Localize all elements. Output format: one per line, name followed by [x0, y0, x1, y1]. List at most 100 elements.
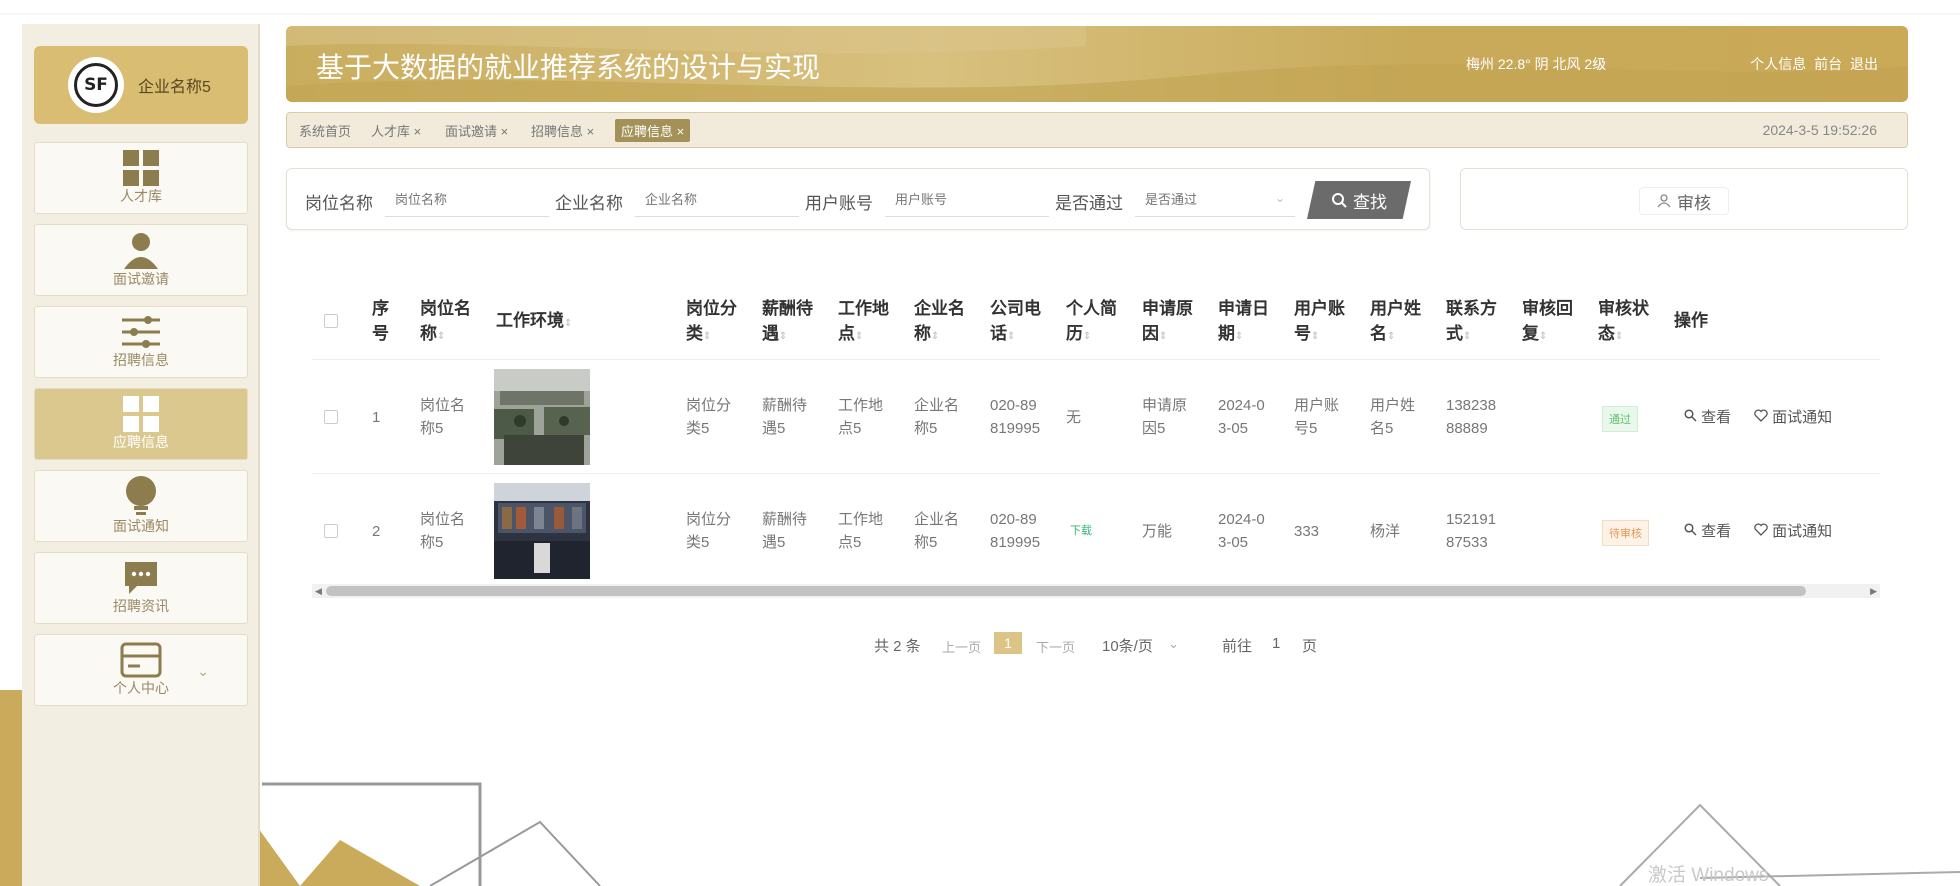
- status-badge: 通过: [1602, 406, 1638, 432]
- search-button-label: 查找: [1353, 192, 1387, 212]
- sort-icon: ⇕: [1235, 331, 1244, 342]
- logout-link[interactable]: 退出: [1850, 56, 1878, 72]
- page-size-select[interactable]: 10条/页: [1102, 635, 1153, 656]
- sidebar: SF 企业名称5 人才库 面试邀请 招聘信息 应聘信息 面试通知 招聘资讯 个人…: [22, 24, 260, 886]
- horizontal-scrollbar[interactable]: ◀ ▶: [312, 584, 1880, 598]
- sidebar-item-interview-invite[interactable]: 面试邀请: [34, 224, 248, 296]
- profile-link[interactable]: 个人信息: [1750, 56, 1806, 72]
- cell-category: 岗位分 类5: [686, 397, 732, 437]
- sidebar-item-talent-pool[interactable]: 人才库: [34, 142, 248, 214]
- resume-download-link[interactable]: 下载: [1070, 522, 1092, 538]
- select-all-checkbox[interactable]: [324, 314, 338, 328]
- sf-logo-icon: SF: [74, 63, 118, 107]
- col-date[interactable]: 申请日 期⇕: [1218, 296, 1269, 349]
- heart-icon: [1754, 409, 1768, 422]
- search-panel: 岗位名称 企业名称 用户账号 是否通过 ⌄ 查找: [286, 168, 1430, 230]
- sort-icon: ⇕: [564, 318, 573, 329]
- tab-job-posts[interactable]: 招聘信息 ×: [531, 121, 594, 140]
- sidebar-item-interview-notice[interactable]: 面试通知: [34, 470, 248, 542]
- office-photo: [494, 369, 590, 465]
- sort-icon: ⇕: [1615, 331, 1624, 342]
- sidebar-item-label: 招聘资讯: [113, 598, 169, 614]
- tab-interview-invite[interactable]: 面试邀请 ×: [445, 121, 508, 140]
- col-phone[interactable]: 公司电 话⇕: [990, 296, 1041, 349]
- user-icon: [1657, 194, 1671, 208]
- sort-icon: ⇕: [1539, 331, 1548, 342]
- col-location[interactable]: 工作地 点⇕: [838, 296, 889, 349]
- cell-username: 杨洋: [1370, 523, 1401, 540]
- current-page[interactable]: 1: [994, 632, 1022, 654]
- office-photo: [494, 483, 590, 579]
- sidebar-item-news[interactable]: 招聘资讯: [34, 552, 248, 624]
- col-contact[interactable]: 联系方 式⇕: [1446, 296, 1497, 349]
- row-checkbox[interactable]: [324, 524, 338, 538]
- col-resume[interactable]: 个人简 历⇕: [1066, 296, 1117, 349]
- heart-icon: [1754, 523, 1768, 536]
- col-salary[interactable]: 薪酬待 遇⇕: [762, 296, 813, 349]
- cell-account: 333: [1294, 523, 1320, 540]
- cell-location: 工作地 点5: [838, 511, 884, 551]
- cell-location: 工作地 点5: [838, 397, 884, 437]
- col-category[interactable]: 岗位分 类⇕: [686, 296, 737, 349]
- app-title: 基于大数据的就业推荐系统的设计与实现: [316, 52, 821, 83]
- tab-applications[interactable]: 应聘信息 ×: [615, 119, 691, 142]
- col-reply[interactable]: 审核回 复⇕: [1522, 296, 1573, 349]
- scroll-thumb[interactable]: [326, 586, 1806, 596]
- cell-date: 2024-0 3-05: [1218, 397, 1265, 437]
- scroll-right-icon[interactable]: ▶: [1870, 584, 1877, 598]
- col-account[interactable]: 用户账 号⇕: [1294, 296, 1345, 349]
- sidebar-item-job-posts[interactable]: 招聘信息: [34, 306, 248, 378]
- sort-icon: ⇕: [437, 331, 446, 342]
- sidebar-item-applications[interactable]: 应聘信息: [34, 388, 248, 460]
- frontend-link[interactable]: 前台: [1814, 56, 1842, 72]
- col-index: 序号: [372, 299, 389, 343]
- company-logo-box: SF 企业名称5: [34, 46, 248, 124]
- audit-button-label: 审核: [1677, 193, 1711, 213]
- cell-date: 2024-0 3-05: [1218, 511, 1265, 551]
- environment-photo[interactable]: [494, 369, 590, 465]
- sort-icon: ⇕: [779, 331, 788, 342]
- cell-index: 1: [372, 409, 381, 426]
- goto-label: 前往: [1222, 638, 1253, 655]
- audit-panel: 审核: [1460, 168, 1908, 230]
- sidebar-item-label: 面试通知: [113, 518, 169, 534]
- view-button[interactable]: 查看: [1684, 520, 1731, 541]
- chevron-down-icon: ⌄: [1275, 191, 1286, 205]
- cell-phone: 020-89 819995: [990, 511, 1041, 551]
- col-status[interactable]: 审核状 态⇕: [1598, 296, 1649, 349]
- company-name-input[interactable]: [635, 183, 799, 217]
- sidebar-item-label: 应聘信息: [113, 434, 169, 450]
- view-button[interactable]: 查看: [1684, 406, 1731, 427]
- job-name-input[interactable]: [385, 183, 549, 217]
- row-checkbox[interactable]: [324, 410, 338, 424]
- approved-select[interactable]: [1135, 183, 1295, 217]
- cell-job-name: 岗位名 称5: [420, 397, 466, 437]
- grid-icon: [123, 150, 159, 186]
- prev-page-button[interactable]: 上一页: [942, 637, 981, 656]
- tab-talent-pool[interactable]: 人才库 ×: [371, 121, 421, 140]
- sidebar-item-label: 招聘信息: [113, 352, 169, 368]
- sort-icon: ⇕: [1159, 331, 1168, 342]
- timestamp: 2024-3-5 19:52:26: [1762, 122, 1877, 138]
- audit-button[interactable]: 审核: [1639, 187, 1729, 215]
- interview-notice-button[interactable]: 面试通知: [1754, 520, 1832, 541]
- goto-page-input[interactable]: 1: [1272, 635, 1280, 652]
- col-company[interactable]: 企业名 称⇕: [914, 296, 965, 349]
- tab-home[interactable]: 系统首页: [299, 121, 351, 140]
- scroll-left-icon[interactable]: ◀: [315, 584, 322, 598]
- next-page-button[interactable]: 下一页: [1036, 637, 1075, 656]
- user-account-input[interactable]: [885, 183, 1049, 217]
- search-button[interactable]: 查找: [1307, 181, 1411, 219]
- col-environment[interactable]: 工作环境⇕: [496, 308, 572, 336]
- grid-icon: [123, 396, 159, 432]
- cell-account: 用户账 号5: [1294, 397, 1340, 437]
- environment-photo[interactable]: [494, 483, 590, 579]
- interview-notice-button[interactable]: 面试通知: [1754, 406, 1832, 427]
- chevron-down-icon[interactable]: ⌄: [197, 663, 209, 680]
- col-username[interactable]: 用户姓 名⇕: [1370, 296, 1421, 349]
- col-job-name[interactable]: 岗位名 称⇕: [420, 296, 471, 349]
- table-row: 1 岗位名 称5 岗位分 类5 薪酬待 遇5 工作地 点5 企业名 称5 020-89 81…: [312, 360, 1880, 474]
- sidebar-item-profile[interactable]: 个人中心 ⌄: [34, 634, 248, 706]
- sort-icon: ⇕: [1007, 331, 1016, 342]
- col-reason[interactable]: 申请原 因⇕: [1142, 296, 1193, 349]
